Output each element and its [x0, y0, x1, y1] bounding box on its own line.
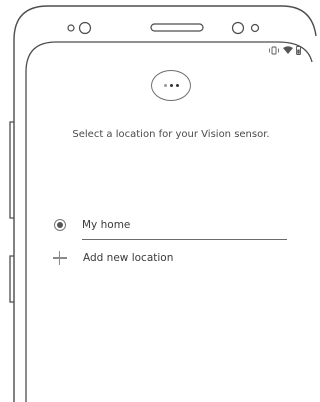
more-options-button[interactable]: [151, 70, 191, 101]
plus-icon: [53, 251, 67, 265]
phone-mockup: Select a location for your Vision sensor…: [0, 0, 317, 402]
dot-icon: [169, 84, 173, 87]
location-divider: [82, 239, 287, 240]
earpiece-speaker: [150, 23, 204, 32]
wifi-icon: [283, 46, 293, 54]
phone-frame-illustration: [9, 5, 317, 402]
location-prompt: Select a location for your Vision sensor…: [72, 129, 270, 140]
dot-icon: [163, 84, 167, 87]
vibrate-icon: [269, 46, 279, 55]
sensor-icon: [231, 21, 260, 35]
front-camera-icon: [67, 21, 92, 35]
location-option-my-home[interactable]: My home: [52, 215, 292, 235]
battery-icon: [296, 46, 301, 55]
add-new-location-button[interactable]: Add new location: [52, 248, 292, 268]
add-location-label: Add new location: [83, 252, 174, 264]
location-label: My home: [82, 219, 131, 231]
dot-icon: [175, 84, 179, 87]
radio-selected-icon[interactable]: [54, 219, 66, 231]
